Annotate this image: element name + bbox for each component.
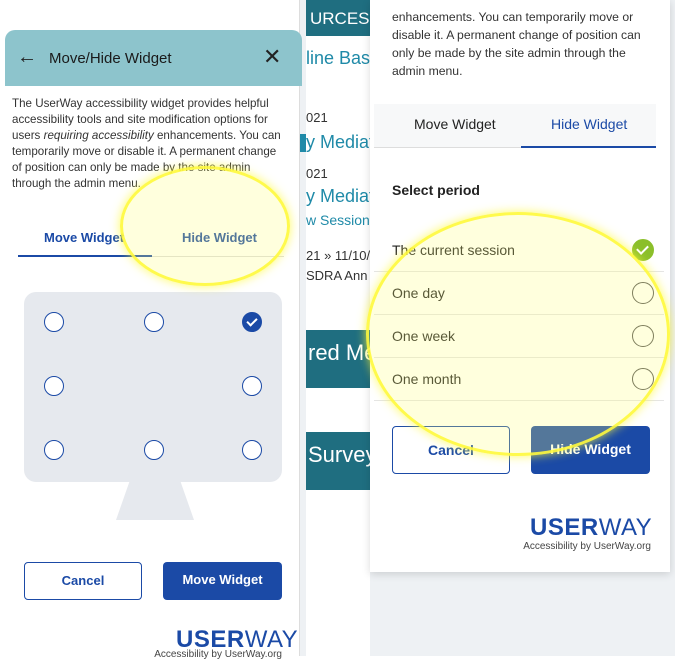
period-radio[interactable] <box>632 239 654 261</box>
position-radio[interactable] <box>144 440 164 460</box>
hide-widget-button[interactable]: Hide Widget <box>531 426 650 474</box>
period-label: One week <box>392 328 456 344</box>
move-widget-button[interactable]: Move Widget <box>163 562 282 600</box>
panel-title: Move/Hide Widget <box>49 50 172 67</box>
period-radio[interactable] <box>632 282 654 304</box>
background-link[interactable]: y Mediatic <box>306 132 370 153</box>
background-link[interactable]: w Session <box>306 212 370 228</box>
period-label: The current session <box>392 242 515 258</box>
background-banner[interactable]: red Men <box>306 330 370 388</box>
period-option[interactable]: One day <box>374 271 664 315</box>
position-radio[interactable] <box>44 440 64 460</box>
background-text: 021 <box>306 110 328 125</box>
background-text: 21 » 11/10/2 <box>306 248 370 263</box>
active-tab-indicator <box>521 146 656 148</box>
tab-hide-widget[interactable]: Hide Widget <box>182 230 257 245</box>
position-radio[interactable] <box>242 440 262 460</box>
background-text: SDRA Ann <box>306 268 368 283</box>
userway-logo[interactable]: USERWAY <box>530 514 652 542</box>
widget-tabs: Move Widget Hide Widget <box>374 104 656 148</box>
logo-bold: USER <box>530 514 599 541</box>
position-radio[interactable] <box>242 312 262 332</box>
panel-description: enhancements. You can temporarily move o… <box>392 10 641 78</box>
active-tab-indicator <box>18 255 152 257</box>
background-banner[interactable]: Survey <box>306 432 370 490</box>
period-option[interactable]: One month <box>374 357 664 401</box>
panel-header: ← Move/Hide Widget ✕ <box>5 30 302 86</box>
background-link[interactable]: line Basic <box>306 48 370 69</box>
period-label: One month <box>392 371 462 387</box>
userway-tagline[interactable]: Accessibility by UserWay.org <box>498 541 651 552</box>
close-icon[interactable]: ✕ <box>263 44 281 70</box>
period-option[interactable]: The current session <box>374 228 664 272</box>
description-emphasis: requiring accessibility <box>43 129 154 142</box>
logo-thin: WAY <box>598 514 653 541</box>
widget-tabs: Move Widget Hide Widget <box>18 224 284 258</box>
position-radio[interactable] <box>44 376 64 396</box>
tab-move-widget[interactable]: Move Widget <box>44 230 124 245</box>
panel-description: The UserWay accessibility widget provide… <box>12 96 284 192</box>
period-radio[interactable] <box>632 325 654 347</box>
tab-hide-widget[interactable]: Hide Widget <box>551 116 627 132</box>
period-radio[interactable] <box>632 368 654 390</box>
background-header: URCES <box>306 0 376 36</box>
tab-move-widget[interactable]: Move Widget <box>414 116 496 132</box>
background-text: 021 <box>306 166 328 181</box>
background-link[interactable]: y Mediatic <box>306 186 370 207</box>
position-radio[interactable] <box>44 312 64 332</box>
position-radio[interactable] <box>144 312 164 332</box>
period-option[interactable]: One week <box>374 314 664 358</box>
background-content <box>306 0 370 656</box>
cancel-button[interactable]: Cancel <box>392 426 510 474</box>
period-label: One day <box>392 285 445 301</box>
select-period-label: Select period <box>392 182 480 198</box>
position-radio[interactable] <box>242 376 262 396</box>
userway-tagline[interactable]: Accessibility by UserWay.org <box>136 649 282 660</box>
cancel-button[interactable]: Cancel <box>24 562 142 600</box>
arrow-left-icon[interactable]: ← <box>17 46 37 69</box>
